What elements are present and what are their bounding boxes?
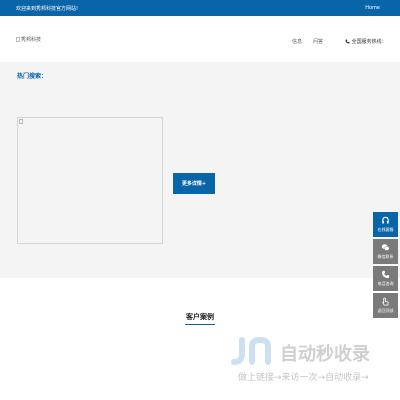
hand-up-icon [382,297,389,306]
sidebar-item-label: 返回顶部 [377,308,394,313]
phone-icon [381,270,390,279]
sidebar-item-wechat[interactable]: 微信联系 [373,239,398,264]
watermark-logo: 自动秒收录 做上链接→来访一次→自动收录→ [231,336,370,383]
watermark-brand: 自动秒收录 [280,343,370,365]
sidebar-item-label: 微信联系 [377,254,394,259]
phone-icon [345,39,350,44]
sidebar-item-phone[interactable]: 电话咨询 [373,266,398,291]
headset-icon [382,216,389,224]
home-link[interactable]: Home [365,5,380,11]
hot-search-title: 热门搜索： [17,73,48,80]
floating-sidebar: 在线客服 微信联系 电话咨询 返回顶部 [373,212,398,320]
sidebar-item-online-service[interactable]: 在线客服 [373,212,398,237]
wechat-icon [381,244,390,251]
broken-image-icon [19,119,23,124]
site-logo[interactable]: 秀邦科技 [16,36,41,43]
site-header: 秀邦科技 信息 问答 全国服务热线： [0,16,400,62]
broken-image-icon [16,37,20,42]
more-details-button[interactable]: 更多详情+ [173,173,215,194]
watermark-slogan: 做上链接→来访一次→自动收录→ [238,371,369,383]
nav-item-info[interactable]: 信息 [292,38,302,45]
nav-item-qa[interactable]: 问答 [313,38,323,45]
cases-title-underline [185,324,215,325]
welcome-text: 欢迎来到秀邦科技官方网站! [16,6,79,12]
sidebar-item-label: 电话咨询 [377,281,394,286]
sidebar-item-back-to-top[interactable]: 返回顶部 [373,293,398,318]
hotline-label: 全国服务热线： [351,39,387,45]
top-bar: 欢迎来到秀邦科技官方网站! Home [0,0,400,16]
cases-title: 客户案例 [186,313,214,321]
sidebar-item-label: 在线客服 [377,227,394,232]
hot-section: 热门搜索： 更多详情+ [0,62,400,278]
hot-image[interactable] [17,117,163,244]
hotline: 全国服务热线： [345,38,387,45]
logo-alt-text: 秀邦科技 [21,37,42,43]
